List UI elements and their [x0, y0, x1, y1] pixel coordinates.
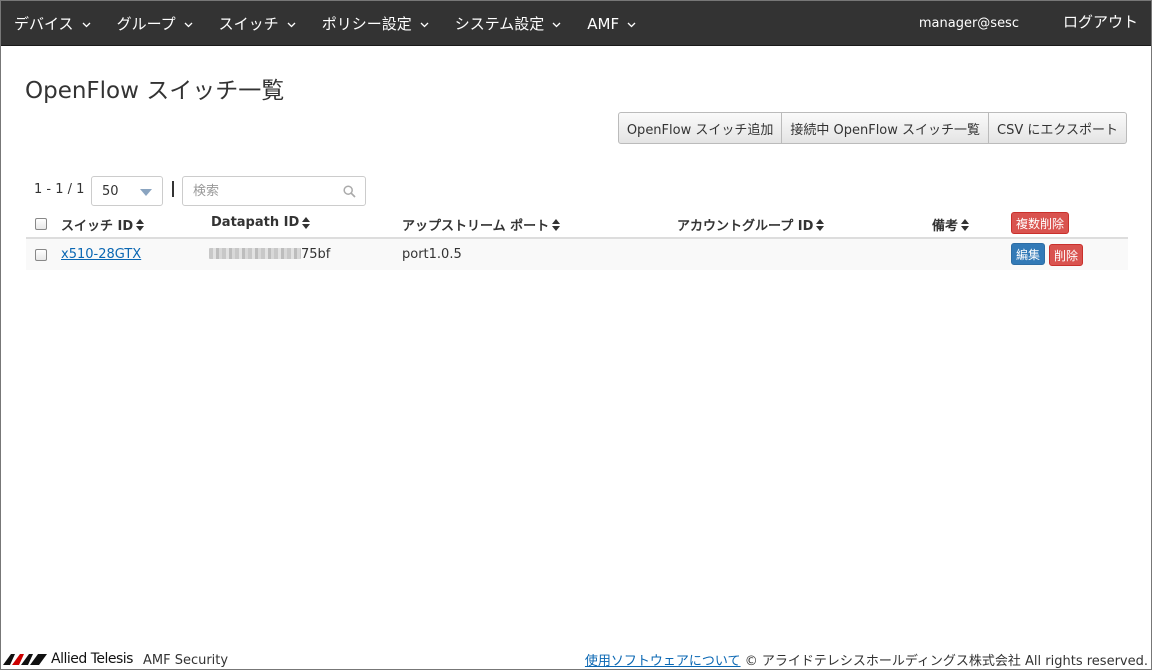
nav-item-switches[interactable]: スイッチ [206, 1, 309, 46]
triangle-down-icon [140, 189, 152, 196]
column-header-account-group-id[interactable]: アカウントグループ ID [677, 215, 825, 234]
datapath-id-suffix: 75bf [301, 247, 331, 262]
nav-menu: デバイス グループ スイッチ ポリシー設定 システム設定 AMF [1, 1, 649, 46]
nav-item-label: AMF [587, 14, 620, 33]
bulk-delete-button[interactable]: 複数削除 [1011, 212, 1070, 234]
upstream-port-cell: port1.0.5 [402, 247, 462, 262]
sort-icon [552, 218, 561, 231]
about-software-link[interactable]: 使用ソフトウェアについて [585, 654, 741, 669]
sort-icon [302, 216, 311, 229]
delete-button[interactable]: 削除 [1049, 244, 1084, 266]
pagination-range: 1 - 1 / 1 [34, 182, 85, 197]
column-header-label: スイッチ ID [61, 219, 134, 234]
table-header: スイッチ ID Datapath ID アップストリーム ポート アカウントグル… [26, 208, 1128, 239]
separator [172, 181, 174, 197]
page-title: OpenFlow スイッチ一覧 [25, 78, 285, 104]
nav-item-label: スイッチ [218, 15, 279, 33]
page-size-select[interactable]: 50 [91, 176, 163, 206]
column-header-label: アップストリーム ポート [402, 219, 550, 234]
column-header-upstream-port[interactable]: アップストリーム ポート [402, 215, 561, 234]
add-switch-button[interactable]: OpenFlow スイッチ追加 [617, 112, 783, 144]
nav-item-label: デバイス [14, 15, 74, 33]
column-header-remarks[interactable]: 備考 [932, 215, 970, 234]
chevron-down-icon [184, 22, 193, 27]
connected-switch-list-button[interactable]: 接続中 OpenFlow スイッチ一覧 [782, 112, 990, 144]
search-input[interactable] [183, 177, 333, 205]
chevron-down-icon [287, 22, 296, 27]
nav-item-system-settings[interactable]: システム設定 [442, 1, 575, 46]
chevron-down-icon [420, 22, 429, 27]
redacted-datapath-prefix [209, 248, 301, 259]
switch-id-cell: x510-28GTX [61, 247, 141, 262]
chevron-down-icon [627, 22, 636, 27]
sort-icon [961, 218, 970, 231]
nav-item-policy-settings[interactable]: ポリシー設定 [309, 1, 442, 46]
nav-item-groups[interactable]: グループ [104, 1, 206, 46]
sort-icon [816, 218, 825, 231]
logout-link[interactable]: ログアウト [1063, 11, 1151, 32]
footer-brand: Allied Telesis AMF Security [3, 649, 228, 669]
nav-item-label: システム設定 [454, 15, 545, 33]
chevron-down-icon [82, 22, 91, 27]
column-header-label: アカウントグループ ID [677, 219, 814, 234]
chevron-down-icon [552, 22, 561, 27]
column-header-label: 備考 [932, 219, 959, 234]
row-checkbox[interactable] [35, 249, 47, 261]
table-body: x510-28GTX 75bf port1.0.5 編集 削除 [26, 239, 1128, 270]
action-button-group: OpenFlow スイッチ追加 接続中 OpenFlow スイッチ一覧 CSV … [617, 112, 1127, 144]
nav-user-area: manager@sesc ログアウト [919, 1, 1151, 46]
product-name: AMF Security [142, 653, 229, 668]
nav-item-label: ポリシー設定 [321, 15, 412, 33]
select-all-checkbox[interactable] [35, 218, 47, 230]
top-navbar: デバイス グループ スイッチ ポリシー設定 システム設定 AMF manager… [1, 1, 1151, 46]
datapath-id-cell: 75bf [209, 247, 330, 262]
page-size-value: 50 [102, 183, 119, 199]
nav-item-devices[interactable]: デバイス [1, 1, 104, 46]
nav-item-amf[interactable]: AMF [574, 1, 649, 46]
edit-button[interactable]: 編集 [1011, 243, 1046, 265]
csv-export-button[interactable]: CSV にエクスポート [989, 112, 1127, 144]
search-icon[interactable] [343, 185, 356, 198]
nav-item-label: グループ [116, 15, 176, 33]
search-field [182, 176, 366, 206]
column-header-switch-id[interactable]: スイッチ ID [61, 215, 145, 234]
allied-telesis-logo-icon [3, 654, 47, 665]
current-user: manager@sesc [918, 16, 1019, 31]
copyright-text: © アライドテレシスホールディングス株式会社 All rights reserv… [744, 654, 1148, 669]
column-header-datapath-id[interactable]: Datapath ID [211, 215, 311, 230]
switch-id-link[interactable]: x510-28GTX [61, 247, 141, 262]
sort-icon [136, 218, 145, 231]
brand-name: Allied Telesis [51, 651, 133, 667]
footer-copyright: 使用ソフトウェアについて © アライドテレシスホールディングス株式会社 All … [585, 650, 1148, 669]
column-header-label: Datapath ID [211, 215, 300, 230]
table-row: x510-28GTX 75bf port1.0.5 編集 削除 [26, 239, 1128, 270]
switch-table: スイッチ ID Datapath ID アップストリーム ポート アカウントグル… [26, 208, 1128, 270]
